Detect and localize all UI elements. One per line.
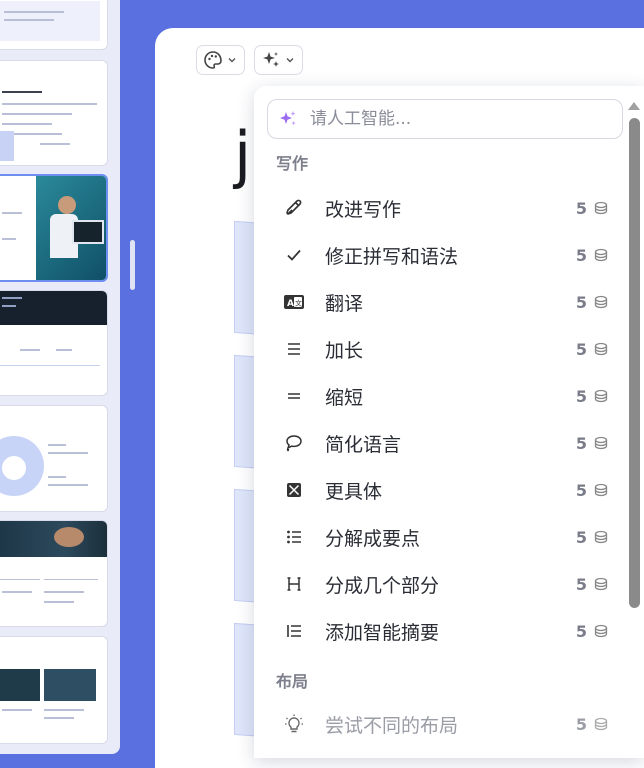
menu-item-simplify-language[interactable]: 简化语言 5 <box>267 421 617 465</box>
credit-cost: 5 <box>575 480 587 500</box>
sparkle-icon <box>280 111 296 126</box>
svg-text:文: 文 <box>295 299 302 308</box>
menu-item-lengthen[interactable]: 加长 5 <box>267 327 617 371</box>
credit-cost: 5 <box>575 386 587 406</box>
credits-coin-icon <box>594 483 608 497</box>
section-heading-layout: 布局 <box>276 672 309 691</box>
credit-cost: 5 <box>575 292 587 312</box>
credits-coin-icon <box>594 717 608 731</box>
bullet-list-icon <box>283 526 305 548</box>
palette-icon <box>204 51 222 69</box>
menu-item-label: 修正拼写和语法 <box>325 245 459 268</box>
ai-magic-button[interactable] <box>254 45 303 75</box>
credit-cost: 5 <box>575 433 587 453</box>
svg-text:A: A <box>287 299 294 309</box>
credit-cost: 5 <box>575 714 587 734</box>
credits-coin-icon <box>594 530 608 544</box>
credit-cost: 5 <box>575 245 587 265</box>
menu-item-label: 翻译 <box>325 292 364 315</box>
slide-thumbnail-strip <box>0 0 120 754</box>
credits-coin-icon <box>594 624 608 638</box>
summary-list-icon <box>283 620 305 642</box>
credit-cost: 5 <box>575 574 587 594</box>
chevron-down-icon <box>228 58 236 63</box>
thumbnail-scrollbar[interactable] <box>130 240 135 290</box>
credits-coin-icon <box>594 342 608 356</box>
credits-coin-icon <box>594 577 608 591</box>
sparkle-icon <box>263 52 279 67</box>
menu-item-more-specific[interactable]: 更具体 5 <box>267 468 617 512</box>
slide-thumbnail[interactable] <box>0 290 108 396</box>
check-icon <box>283 244 305 266</box>
menu-item-try-different-layout[interactable]: 尝试不同的布局 5 <box>267 702 617 746</box>
dropdown-scrollbar[interactable] <box>629 118 640 608</box>
menu-item-improve-writing[interactable]: 改进写作 5 <box>267 186 617 230</box>
focus-square-icon <box>283 479 305 501</box>
menu-item-label: 尝试不同的布局 <box>325 714 459 737</box>
ai-prompt-input[interactable] <box>308 108 602 130</box>
slide-thumbnail-selected[interactable] <box>0 174 108 282</box>
lines-two-icon <box>283 385 305 407</box>
credit-cost: 5 <box>575 621 587 641</box>
slide-thumbnail[interactable] <box>0 0 108 50</box>
slide-thumbnail[interactable] <box>0 636 108 744</box>
menu-item-label: 添加智能摘要 <box>325 621 440 644</box>
credit-cost: 5 <box>575 527 587 547</box>
heading-h-icon <box>283 573 305 595</box>
credits-coin-icon <box>594 248 608 262</box>
translate-icon: A文 <box>283 291 305 313</box>
chevron-down-icon <box>286 58 294 63</box>
slide-thumbnail[interactable] <box>0 520 108 627</box>
credits-coin-icon <box>594 436 608 450</box>
credit-cost: 5 <box>575 198 587 218</box>
menu-item-translate[interactable]: A文 翻译 5 <box>267 280 617 324</box>
credit-cost: 5 <box>575 339 587 359</box>
ai-actions-dropdown: 写作 改进写作 5 修正拼写和语法 5 A文 翻译 5 加长 5 <box>254 86 644 758</box>
menu-item-break-into-bullets[interactable]: 分解成要点 5 <box>267 515 617 559</box>
menu-item-label: 简化语言 <box>325 433 402 456</box>
menu-item-shorten[interactable]: 缩短 5 <box>267 374 617 418</box>
menu-item-add-smart-summary[interactable]: 添加智能摘要 5 <box>267 609 617 653</box>
menu-item-label: 改进写作 <box>325 198 402 221</box>
slide-thumbnail[interactable] <box>0 60 108 166</box>
ai-prompt-field[interactable] <box>267 99 623 139</box>
menu-item-label: 缩短 <box>325 386 364 409</box>
credits-coin-icon <box>594 389 608 403</box>
menu-item-fix-spelling-grammar[interactable]: 修正拼写和语法 5 <box>267 233 617 277</box>
lines-three-icon <box>283 338 305 360</box>
theme-palette-button[interactable] <box>196 45 245 75</box>
slide-thumbnail[interactable] <box>0 405 108 512</box>
pen-nib-icon <box>283 197 305 219</box>
menu-item-label: 分成几个部分 <box>325 574 440 597</box>
lightbulb-icon <box>283 713 305 735</box>
menu-item-label: 加长 <box>325 339 364 362</box>
menu-item-label: 分解成要点 <box>325 527 421 550</box>
speech-bubble-icon <box>283 432 305 454</box>
menu-item-label: 更具体 <box>325 480 383 503</box>
credits-coin-icon <box>594 295 608 309</box>
scroll-up-arrow-icon[interactable] <box>628 102 640 110</box>
credits-coin-icon <box>594 201 608 215</box>
section-heading-writing: 写作 <box>276 154 309 173</box>
menu-item-split-sections[interactable]: 分成几个部分 5 <box>267 562 617 606</box>
slide-title-fragment[interactable]: j <box>234 118 251 191</box>
